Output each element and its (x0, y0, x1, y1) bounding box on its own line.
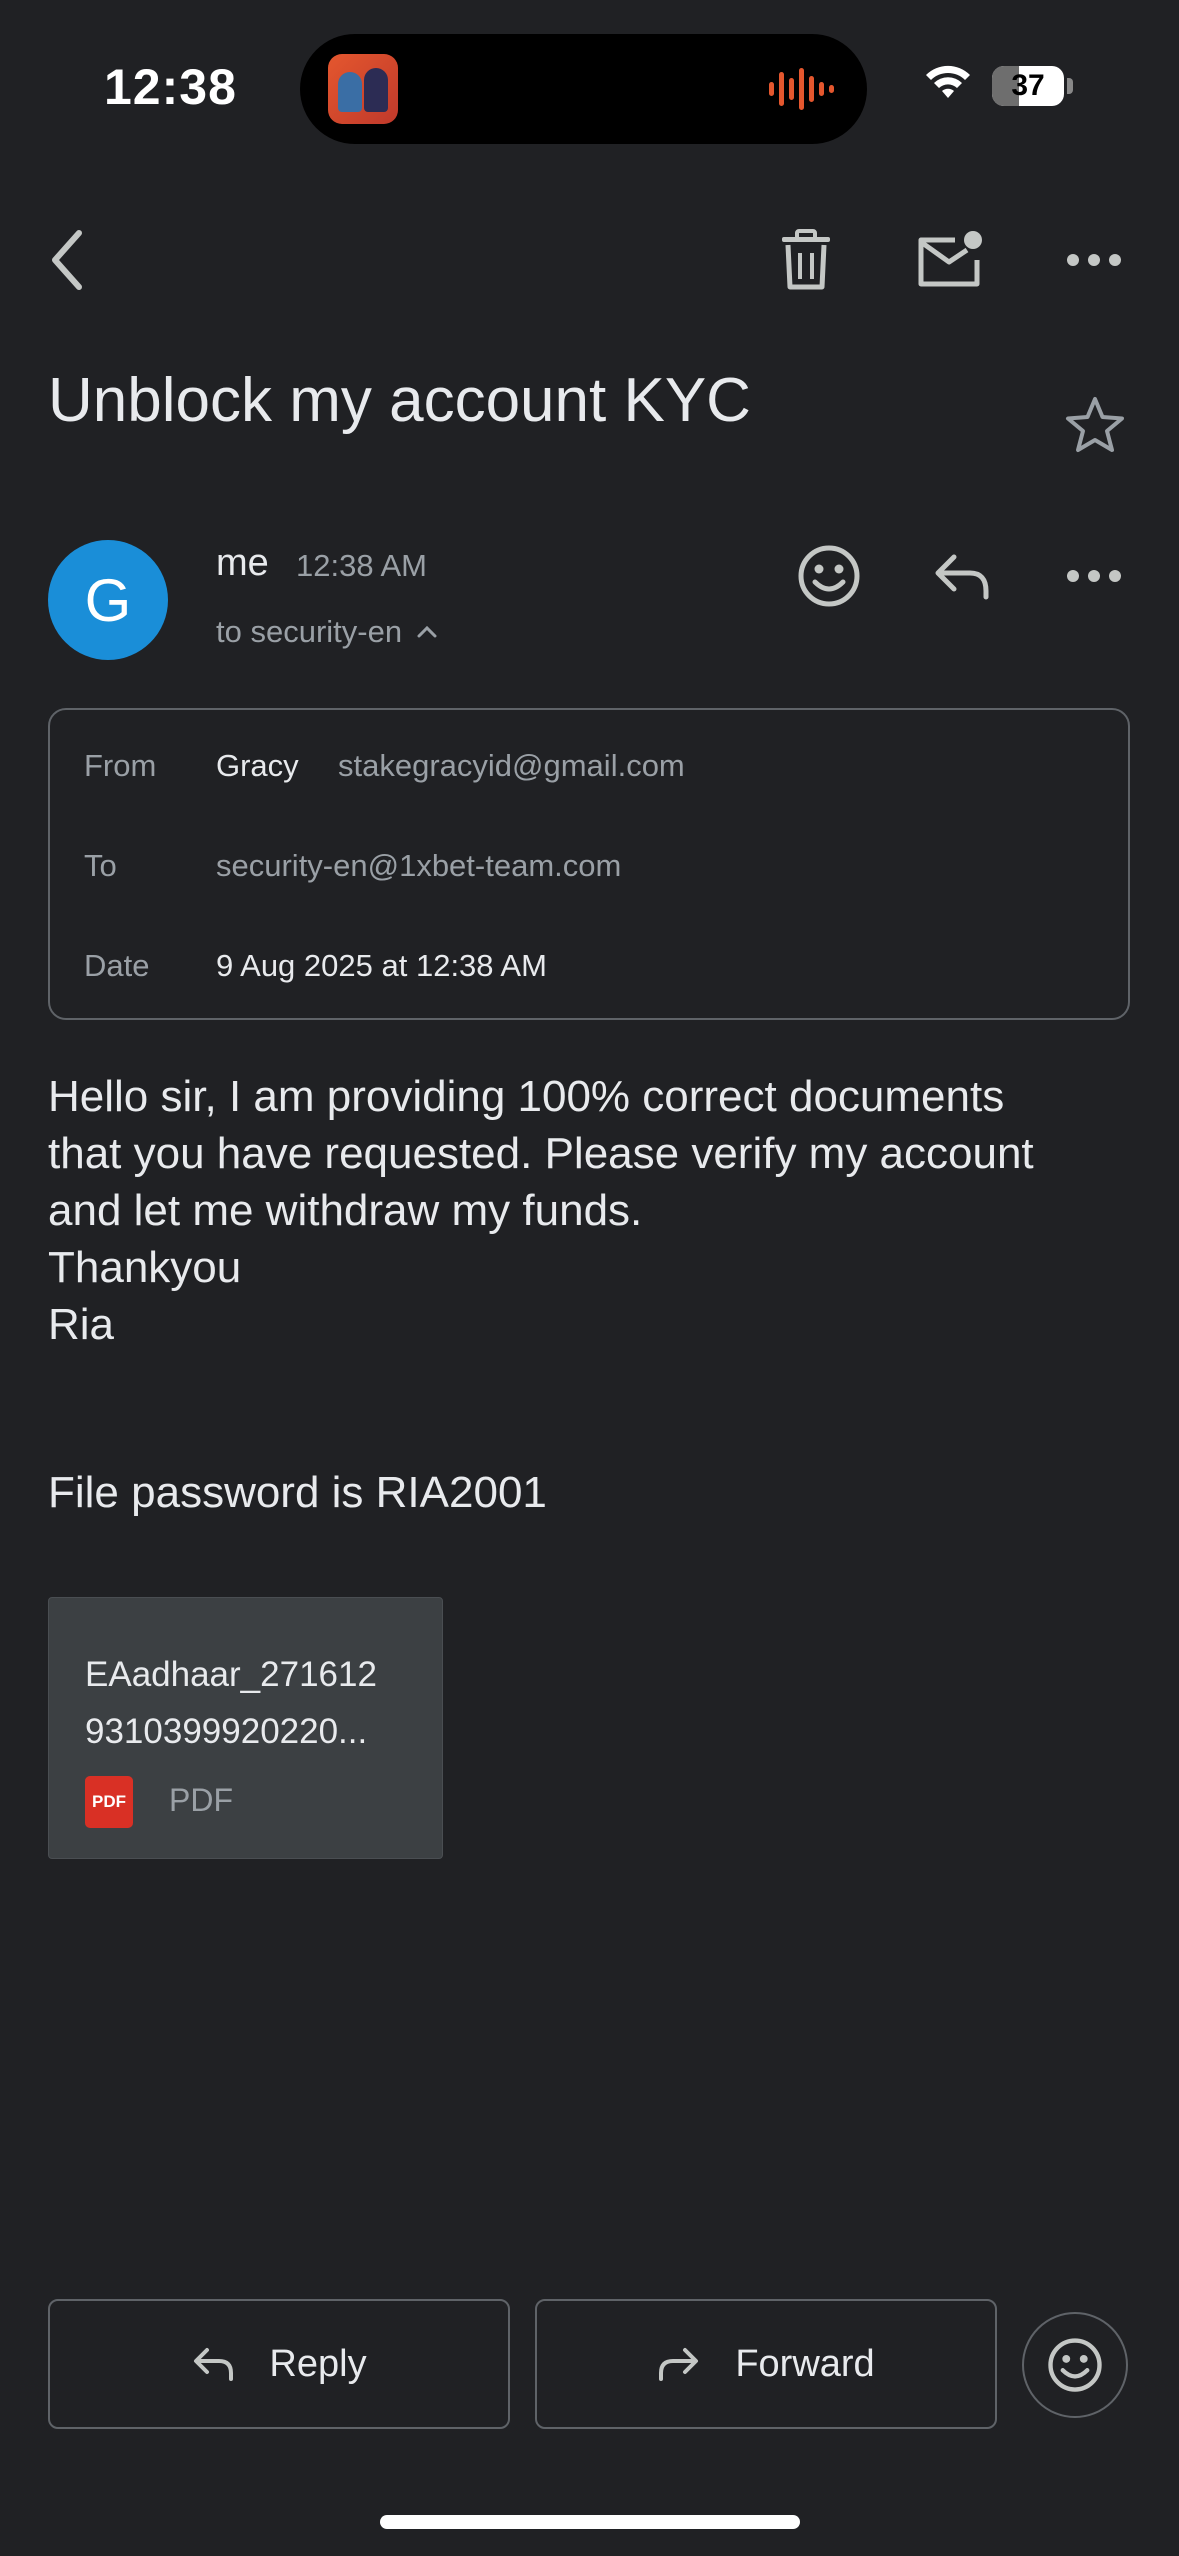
add-reaction-button[interactable] (789, 536, 869, 616)
reply-button[interactable]: Reply (48, 2299, 510, 2429)
star-icon (1066, 397, 1124, 452)
pdf-icon: PDF (85, 1776, 133, 1828)
avatar[interactable]: G (48, 540, 168, 660)
forward-button[interactable]: Forward (535, 2299, 997, 2429)
battery-indicator: 37 (992, 66, 1064, 106)
more-horizontal-icon (1067, 254, 1121, 266)
sender-name: me (216, 542, 269, 584)
star-button[interactable] (1055, 385, 1135, 465)
emoji-reaction-button[interactable] (1022, 2312, 1128, 2418)
from-name: Gracy (216, 748, 299, 783)
now-playing-artwork (328, 54, 398, 124)
wifi-icon (926, 65, 970, 98)
mark-unread-button[interactable] (910, 220, 990, 300)
audio-waveform-icon (769, 68, 834, 110)
dynamic-island[interactable] (300, 34, 867, 144)
to-email[interactable]: security-en@1xbet-team.com (216, 848, 621, 884)
trash-icon (782, 229, 830, 290)
forward-icon (659, 2348, 699, 2381)
from-email[interactable]: stakegracyid@gmail.com (338, 748, 685, 784)
from-label: From (84, 748, 157, 783)
back-button[interactable] (26, 220, 106, 300)
email-view-screen: 12:38 37 Unblock my account KYC G me 12:… (0, 0, 1179, 2556)
battery-tip (1067, 78, 1073, 94)
message-more-button[interactable] (1054, 536, 1134, 616)
status-time: 12:38 (104, 59, 237, 115)
chevron-up-icon (417, 625, 437, 638)
forward-label: Forward (735, 2342, 875, 2385)
email-subject: Unblock my account KYC (48, 366, 751, 435)
recipients-toggle[interactable]: to security-en (216, 614, 438, 650)
sent-time: 12:38 AM (296, 548, 427, 583)
attachment-name: EAadhaar_271612 9310399920220... (85, 1655, 377, 1751)
home-indicator[interactable] (380, 2515, 800, 2529)
to-label: To (84, 848, 117, 883)
recipients-summary: to security-en (216, 614, 403, 649)
reply-label: Reply (269, 2342, 367, 2385)
date-value: 9 Aug 2025 at 12:38 AM (216, 948, 547, 983)
attachment-type: PDF (169, 1782, 233, 1818)
battery-level: 37 (1011, 69, 1045, 102)
reply-icon (194, 2348, 234, 2381)
date-label: Date (84, 948, 150, 983)
reply-icon-button[interactable] (922, 536, 1002, 616)
mail-unread-icon (918, 231, 982, 287)
smiley-icon (798, 545, 860, 607)
more-horizontal-icon (1067, 570, 1121, 582)
email-body: Hello sir, I am providing 100% correct d… (48, 1072, 1034, 1349)
password-line: File password is RIA2001 (48, 1468, 547, 1517)
reply-icon (935, 554, 989, 600)
delete-button[interactable] (766, 220, 846, 300)
chevron-left-icon (52, 230, 82, 290)
attachment-card[interactable]: EAadhaar_271612 9310399920220... PDF PDF (48, 1597, 443, 1859)
message-details: From Gracy stakegracyid@gmail.com To sec… (48, 708, 1130, 1020)
smiley-icon (1048, 2338, 1102, 2392)
more-options-button[interactable] (1054, 220, 1134, 300)
